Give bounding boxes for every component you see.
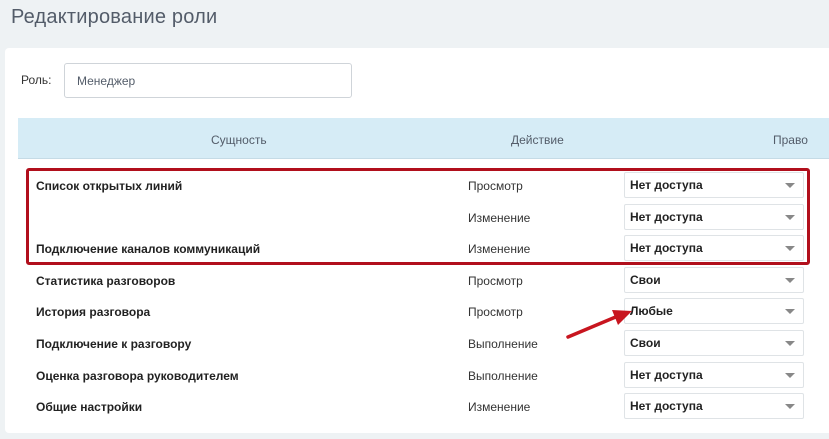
table-row: Список открытых линий Просмотр Нет досту…	[18, 170, 829, 201]
table-row: Статистика разговоров Просмотр Свои	[18, 265, 829, 296]
caret-down-icon	[785, 246, 795, 251]
table-row: Подключение к разговору Выполнение Свои	[18, 328, 829, 359]
entity-name: Подключение каналов коммуникаций	[36, 242, 261, 256]
right-select[interactable]: Свои	[624, 267, 804, 293]
action-name: Просмотр	[468, 274, 523, 288]
caret-down-icon	[785, 309, 795, 314]
caret-down-icon	[785, 373, 795, 378]
action-name: Изменение	[468, 400, 531, 414]
action-name: Просмотр	[468, 179, 523, 193]
right-select[interactable]: Нет доступа	[624, 393, 804, 419]
action-name: Просмотр	[468, 305, 523, 319]
table-row: Подключение каналов коммуникаций Изменен…	[18, 233, 829, 264]
right-select-value: Нет доступа	[630, 178, 703, 192]
right-select-value: Нет доступа	[630, 241, 703, 255]
caret-down-icon	[785, 215, 795, 220]
right-select[interactable]: Свои	[624, 330, 804, 356]
role-label: Роль:	[21, 73, 52, 87]
right-select-value: Нет доступа	[630, 368, 703, 382]
column-header-entity: Сущность	[211, 133, 267, 147]
right-select[interactable]: Нет доступа	[624, 235, 804, 261]
caret-down-icon	[785, 341, 795, 346]
entity-name: История разговора	[36, 305, 151, 319]
entity-name: Оценка разговора руководителем	[36, 369, 239, 383]
right-select[interactable]: Нет доступа	[624, 204, 804, 230]
action-name: Изменение	[468, 211, 531, 225]
action-name: Выполнение	[468, 337, 538, 351]
table-row: История разговора Просмотр Любые	[18, 296, 829, 327]
caret-down-icon	[785, 404, 795, 409]
right-select[interactable]: Нет доступа	[624, 362, 804, 388]
entity-name: Статистика разговоров	[36, 274, 176, 288]
caret-down-icon	[785, 183, 795, 188]
column-header-right: Право	[773, 133, 808, 147]
right-select-value: Свои	[630, 273, 661, 287]
column-header-action: Действие	[511, 133, 564, 147]
right-select-value: Нет доступа	[630, 210, 703, 224]
page-title: Редактирование роли	[11, 6, 218, 28]
right-select[interactable]: Любые	[624, 298, 804, 324]
right-select[interactable]: Нет доступа	[624, 172, 804, 198]
table-header: Сущность Действие Право	[18, 118, 829, 159]
entity-name: Общие настройки	[36, 400, 143, 414]
action-name: Выполнение	[468, 369, 538, 383]
table-row: Изменение Нет доступа	[18, 202, 829, 233]
entity-name: Подключение к разговору	[36, 337, 192, 351]
entity-name: Список открытых линий	[36, 179, 183, 193]
table-row: Общие настройки Изменение Нет доступа	[18, 391, 829, 422]
right-select-value: Нет доступа	[630, 399, 703, 413]
action-name: Изменение	[468, 242, 531, 256]
role-name-input[interactable]	[64, 63, 352, 98]
caret-down-icon	[785, 278, 795, 283]
arrow-annotation-icon	[566, 310, 632, 339]
table-row: Оценка разговора руководителем Выполнени…	[18, 360, 829, 391]
